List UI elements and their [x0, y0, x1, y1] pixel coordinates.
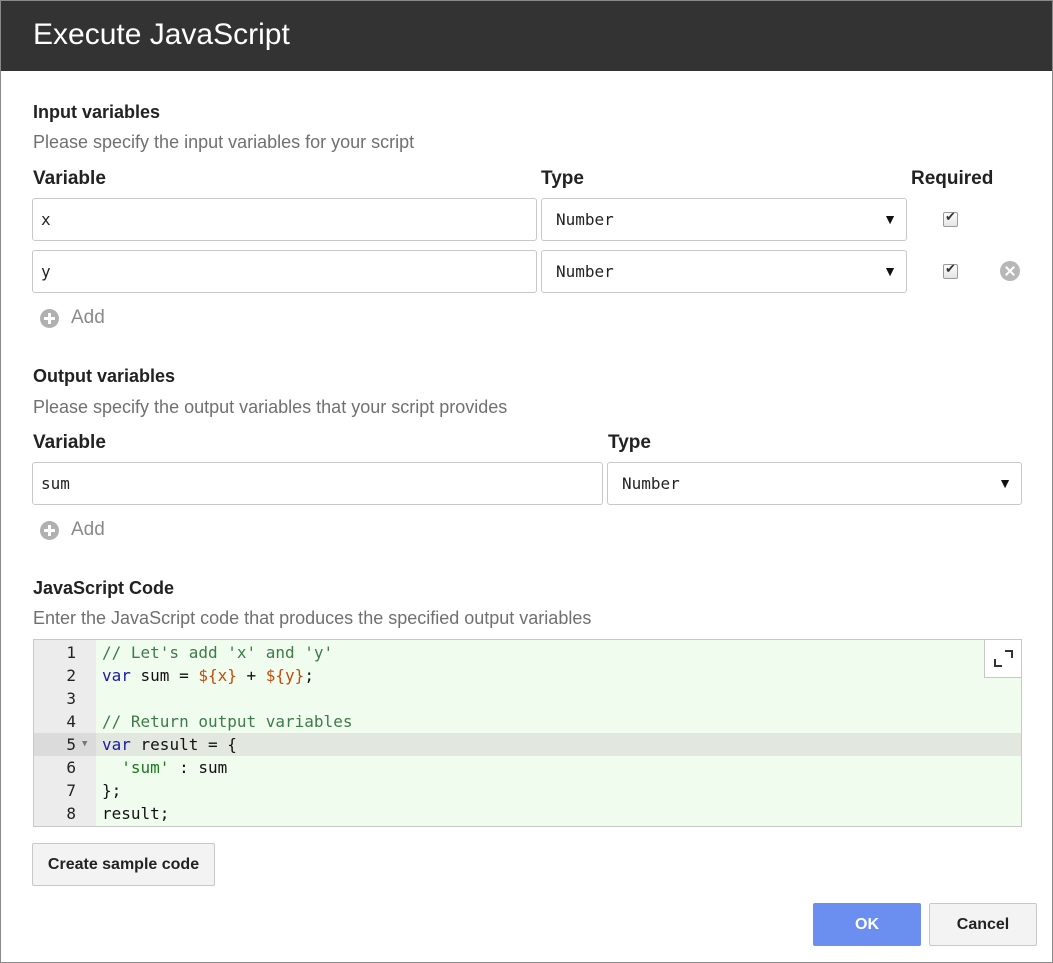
line-number: 6 [66, 758, 76, 777]
input-variable-type-select[interactable]: Number ▼ [541, 250, 907, 293]
input-variable-name-field[interactable]: y [32, 250, 537, 293]
cancel-button[interactable]: Cancel [929, 903, 1037, 946]
code-text: var sum = ${x} + ${y}; [102, 666, 314, 685]
input-type-header: Type [541, 168, 584, 189]
fold-toggle-icon[interactable]: ▼ [82, 733, 87, 756]
input-variables-description: Please specify the input variables for y… [33, 132, 415, 152]
code-line: 7 }; [34, 779, 1021, 802]
input-required-header: Required [911, 168, 994, 189]
expand-icon [1005, 650, 1013, 658]
input-variable-type-select[interactable]: Number ▼ [541, 198, 907, 241]
output-type-header: Type [608, 432, 651, 453]
code-line: 1 // Let's add 'x' and 'y' [34, 641, 1021, 664]
code-text: }; [102, 781, 122, 800]
plus-circle-icon [40, 309, 59, 328]
code-text: 'sum' : sum [121, 758, 228, 777]
dialog-title: Execute JavaScript [33, 18, 290, 51]
ok-button[interactable]: OK [813, 903, 921, 946]
output-variable-name-field[interactable]: sum [32, 462, 603, 505]
input-variable-header: Variable [33, 168, 106, 189]
remove-row-close-icon[interactable] [1000, 261, 1020, 281]
line-number: 1 [66, 643, 76, 662]
line-number: 4 [66, 712, 76, 731]
expand-icon [994, 659, 1002, 667]
code-line: 2 var sum = ${x} + ${y}; [34, 664, 1021, 687]
add-label: Add [71, 519, 105, 540]
code-text: var result = { [102, 735, 237, 754]
select-value: Number [622, 474, 680, 493]
add-output-variable-button[interactable]: Add [40, 519, 120, 543]
code-line-active: 5 ▼ var result = { [34, 733, 1021, 756]
add-label: Add [71, 307, 105, 328]
line-number: 7 [66, 781, 76, 800]
output-variable-type-select[interactable]: Number ▼ [607, 462, 1022, 505]
line-number: 2 [66, 666, 76, 685]
checkmark-icon: ✔ [945, 210, 956, 225]
output-variables-description: Please specify the output variables that… [33, 397, 508, 417]
plus-circle-icon [40, 521, 59, 540]
checkmark-icon: ✔ [945, 262, 956, 277]
line-number: 3 [66, 689, 76, 708]
expand-editor-button[interactable] [984, 640, 1021, 678]
input-variables-title: Input variables [33, 102, 161, 122]
select-value: Number [556, 262, 614, 281]
code-text: // Let's add 'x' and 'y' [102, 643, 334, 662]
chevron-down-icon: ▼ [883, 211, 897, 227]
input-variable-name-field[interactable]: x [32, 198, 537, 241]
chevron-down-icon: ▼ [883, 263, 897, 279]
javascript-code-title: JavaScript Code [33, 578, 175, 598]
output-variable-header: Variable [33, 432, 106, 453]
chevron-down-icon: ▼ [998, 475, 1012, 491]
input-required-checkbox[interactable]: ✔ [943, 262, 958, 279]
select-value: Number [556, 210, 614, 229]
code-line: 4 // Return output variables [34, 710, 1021, 733]
code-editor[interactable]: 1 // Let's add 'x' and 'y' 2 var sum = $… [33, 639, 1022, 827]
code-text: result; [102, 804, 170, 823]
code-line: 6 'sum' : sum [34, 756, 1021, 779]
create-sample-code-button[interactable]: Create sample code [32, 843, 215, 886]
add-input-variable-button[interactable]: Add [40, 307, 120, 331]
code-line: 8 result; [34, 802, 1021, 825]
code-text: // Return output variables [102, 712, 353, 731]
code-line: 3 [34, 687, 1021, 710]
input-required-checkbox[interactable]: ✔ [943, 210, 958, 227]
output-variables-title: Output variables [33, 366, 176, 386]
javascript-code-description: Enter the JavaScript code that produces … [33, 608, 592, 628]
line-number: 8 [66, 804, 76, 823]
execute-javascript-dialog: Execute JavaScript Input variables Pleas… [0, 0, 1053, 963]
dialog-titlebar: Execute JavaScript [1, 1, 1052, 71]
